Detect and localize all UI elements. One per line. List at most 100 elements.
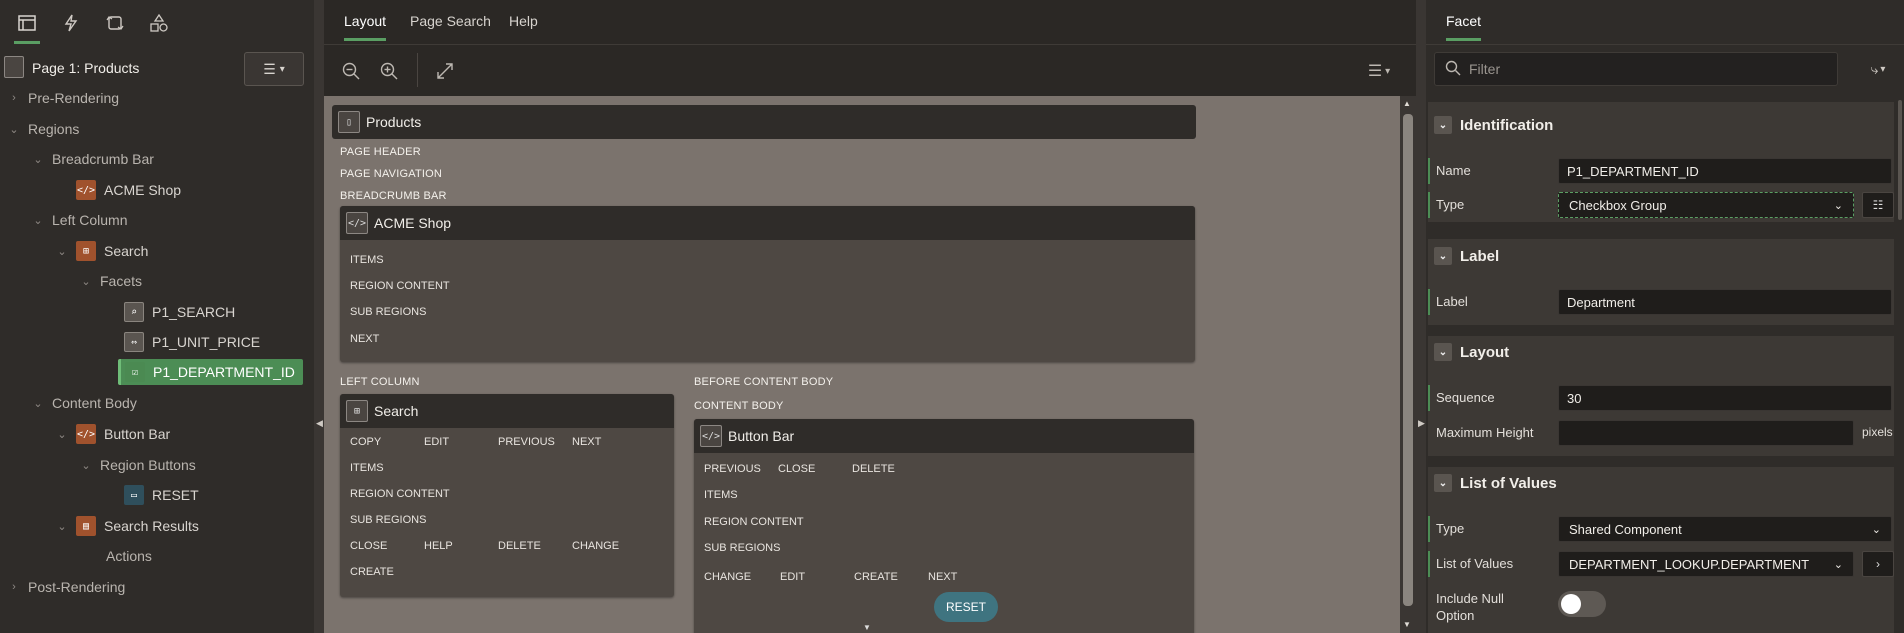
type-select[interactable]: Checkbox Group ⌄ xyxy=(1558,192,1854,218)
prop-lov-type: Type Shared Component ⌄ xyxy=(1428,514,1894,544)
page-region-bar[interactable]: ▯ Products xyxy=(332,105,1196,139)
prop-label: Include Null Option xyxy=(1436,590,1504,624)
slot-close: CLOSE xyxy=(778,463,816,475)
filter-input[interactable]: Filter xyxy=(1434,52,1838,86)
slot-delete: DELETE xyxy=(852,463,895,475)
tree-node-p1-search[interactable]: ⌕ P1_SEARCH xyxy=(124,300,235,324)
collapse-icon: ⌄ xyxy=(1434,474,1452,492)
scroll-thumb[interactable] xyxy=(1898,100,1902,220)
expand-icon[interactable] xyxy=(434,60,456,82)
modified-indicator xyxy=(1428,158,1430,184)
select-value: Checkbox Group xyxy=(1569,197,1667,213)
tree-node-label: P1_DEPARTMENT_ID xyxy=(153,364,295,380)
tree-node-label: P1_SEARCH xyxy=(152,304,236,320)
tree-node-content-body[interactable]: ⌄ Content Body xyxy=(32,391,136,415)
region-search[interactable]: ⊞ Search COPY EDIT PREVIOUS NEXT ITEMS RE… xyxy=(340,394,674,597)
tree-header: Page 1: Products ☰ ▾ xyxy=(0,52,314,86)
slot-sub-regions: SUB REGIONS xyxy=(350,514,427,526)
tree-node-search-results[interactable]: ⌄ ▤ Search Results xyxy=(56,514,199,538)
layout-menu-button[interactable]: ☰ ▾ xyxy=(1362,60,1396,82)
section-layout[interactable]: ⌄ Layout xyxy=(1428,334,1892,370)
scroll-down-icon[interactable]: ▼ xyxy=(1403,620,1411,629)
canvas-scrollbar[interactable]: ▲ ▼ xyxy=(1400,96,1416,633)
page-region-title: Products xyxy=(366,114,422,130)
label-field[interactable]: Department xyxy=(1558,289,1892,315)
modified-indicator xyxy=(1428,192,1430,218)
tree-node-p1-unit-price[interactable]: ⇔ P1_UNIT_PRICE xyxy=(124,330,260,354)
list-of-values-select[interactable]: DEPARTMENT_LOOKUP.DEPARTMENT ⌄ xyxy=(1558,551,1854,577)
tree-node-button-bar[interactable]: ⌄ </> Button Bar xyxy=(56,422,170,446)
chevron-right-icon: › xyxy=(12,92,16,104)
tab-help[interactable]: Help xyxy=(509,13,538,29)
region-header: </> ACME Shop xyxy=(340,206,1195,240)
chevron-down-icon: ▾ xyxy=(279,63,285,75)
zoom-in-icon[interactable] xyxy=(378,60,400,82)
region-acme-shop[interactable]: </> ACME Shop ITEMS REGION CONTENT SUB RE… xyxy=(340,206,1195,362)
tree-node-acme-shop[interactable]: </> ACME Shop xyxy=(76,178,181,202)
tree-node-left-column[interactable]: ⌄ Left Column xyxy=(32,208,127,232)
chevron-down-icon: ▾ xyxy=(1385,65,1391,77)
section-title: List of Values xyxy=(1460,474,1557,492)
type-options-button[interactable]: ☷ xyxy=(1862,192,1894,218)
name-field[interactable]: P1_DEPARTMENT_ID xyxy=(1558,158,1892,184)
tree-node-facets[interactable]: ⌄ Facets xyxy=(80,269,142,293)
modified-indicator xyxy=(1428,289,1430,315)
section-list-of-values[interactable]: ⌄ List of Values xyxy=(1428,465,1892,501)
include-null-toggle[interactable] xyxy=(1558,591,1606,617)
section-label[interactable]: ⌄ Label xyxy=(1428,238,1892,274)
static-content-icon: </> xyxy=(76,424,96,444)
cards-icon: ▤ xyxy=(76,516,96,536)
slot-next: NEXT xyxy=(350,333,380,345)
prop-label: Type xyxy=(1436,521,1465,536)
tree-node-label: Facets xyxy=(100,273,143,289)
tab-layout[interactable]: Layout xyxy=(344,13,387,41)
section-identification[interactable]: ⌄ Identification xyxy=(1428,107,1892,143)
slot-edit: EDIT xyxy=(424,436,450,448)
tree-node-search[interactable]: ⌄ ⊞ Search xyxy=(56,239,148,263)
reset-button[interactable]: RESET xyxy=(934,592,998,622)
tree-node-post-rendering[interactable]: › Post-Rendering xyxy=(8,575,125,599)
modified-indicator xyxy=(1428,516,1430,542)
sequence-field[interactable]: 30 xyxy=(1558,385,1892,411)
goto-group-button[interactable]: ⤷ ▾ xyxy=(1860,56,1896,82)
search-icon xyxy=(1445,60,1461,79)
tree-node-breadcrumb-bar[interactable]: ⌄ Breadcrumb Bar xyxy=(32,147,154,171)
zoom-out-icon[interactable] xyxy=(340,60,362,82)
lov-goto-button[interactable]: › xyxy=(1862,551,1894,577)
tab-page-search[interactable]: Page Search xyxy=(410,13,491,29)
slot-region-content: REGION CONTENT xyxy=(704,516,804,528)
scroll-thumb[interactable] xyxy=(1403,114,1413,606)
toggle-knob xyxy=(1561,594,1581,614)
tree-node-region-buttons[interactable]: ⌄ Region Buttons xyxy=(80,453,195,477)
tree-menu-button[interactable]: ☰ ▾ xyxy=(244,52,304,86)
left-splitter[interactable]: ◀ xyxy=(314,0,324,633)
chevron-down-icon: ⌄ xyxy=(33,153,43,166)
rendering-tab-icon[interactable] xyxy=(14,12,40,44)
slot-next: NEXT xyxy=(572,436,602,448)
tree-node-reset[interactable]: ▭ RESET xyxy=(124,483,199,507)
lov-type-select[interactable]: Shared Component ⌄ xyxy=(1558,516,1892,542)
chevron-right-icon: › xyxy=(1876,557,1880,571)
scroll-up-icon[interactable]: ▲ xyxy=(1403,99,1411,108)
dynamic-actions-tab-icon[interactable] xyxy=(60,12,82,34)
chevron-right-icon: › xyxy=(12,581,16,593)
select-value: Shared Component xyxy=(1569,521,1682,537)
right-splitter[interactable]: ▶ xyxy=(1416,0,1426,633)
property-scrollbar[interactable] xyxy=(1898,100,1904,633)
search-icon: ⌕ xyxy=(124,302,144,322)
region-title: Button Bar xyxy=(728,428,795,444)
shared-components-tab-icon[interactable] xyxy=(148,12,170,34)
tree-node-regions[interactable]: ⌄ Regions xyxy=(8,117,79,141)
tree-node-actions[interactable]: Actions xyxy=(106,544,152,568)
maximum-height-field[interactable] xyxy=(1558,420,1854,446)
tree-node-p1-department-id[interactable]: ☑ P1_DEPARTMENT_ID xyxy=(118,359,303,385)
prop-label: Label xyxy=(1436,294,1468,309)
slot-region-content: REGION CONTENT xyxy=(350,280,450,292)
tree-node-pre-rendering[interactable]: › Pre-Rendering xyxy=(8,86,119,110)
slot-left-column: LEFT COLUMN xyxy=(340,376,420,388)
section-title: Layout xyxy=(1460,343,1510,361)
section-title: Label xyxy=(1460,247,1500,265)
tab-facet[interactable]: Facet xyxy=(1446,13,1482,41)
processing-tab-icon[interactable] xyxy=(104,12,126,34)
button-icon: ▭ xyxy=(124,485,144,505)
